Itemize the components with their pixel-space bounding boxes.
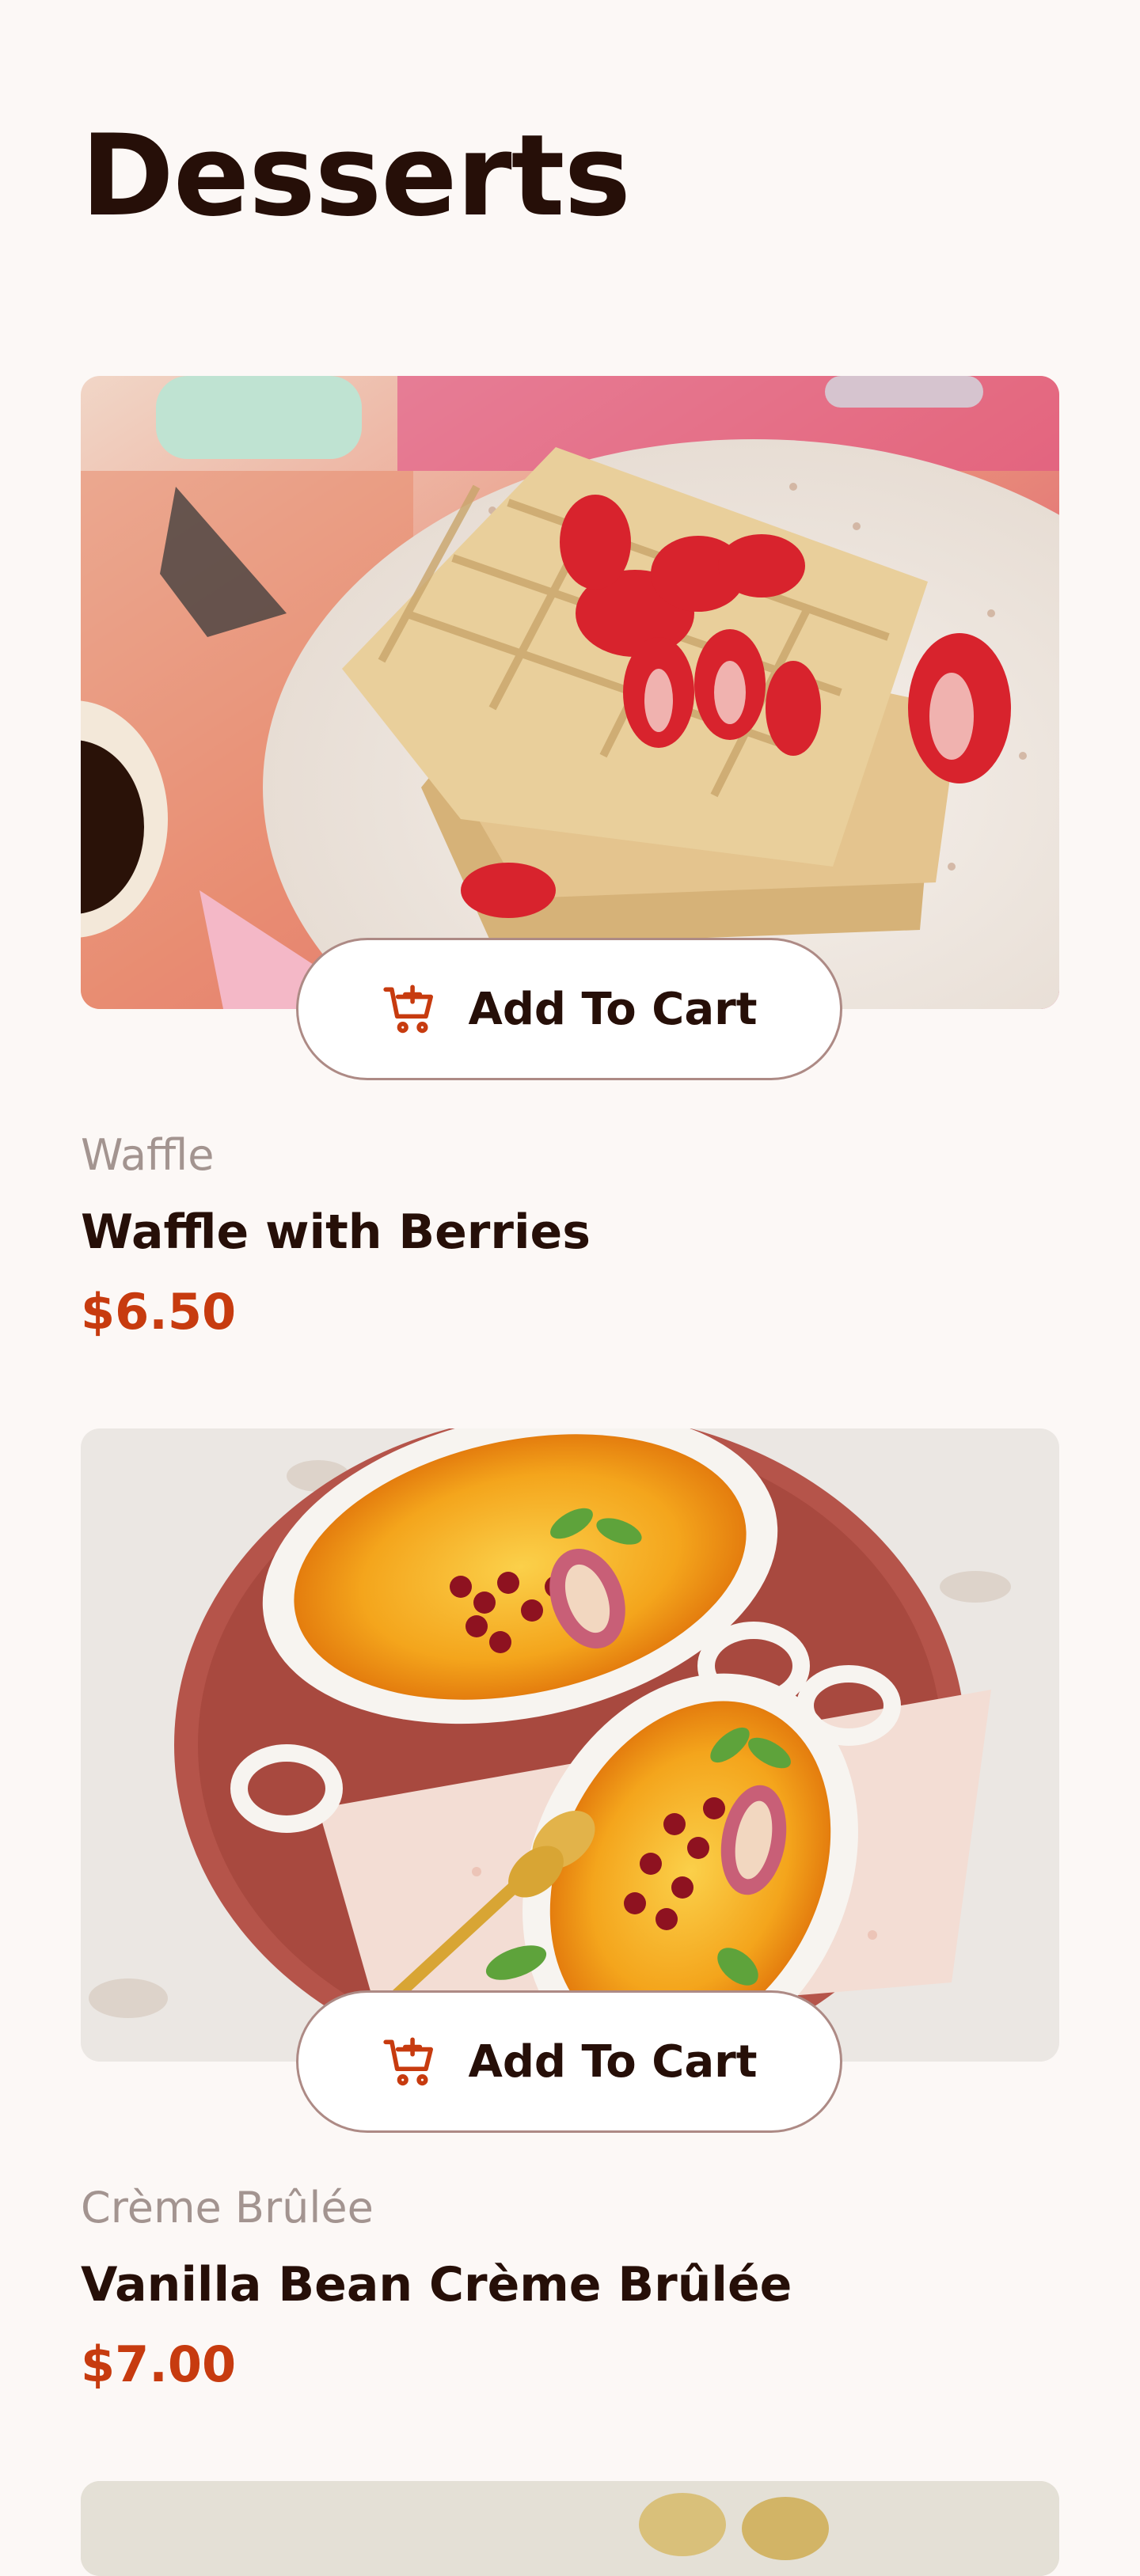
add-to-cart-label: Add To Cart: [468, 983, 758, 1035]
add-to-cart-icon: [381, 980, 439, 1038]
product-category: Waffle: [81, 1130, 215, 1180]
product-category: Crème Brûlée: [81, 2183, 374, 2233]
product-price: $6.50: [81, 1283, 237, 1341]
next-product-photo: [81, 2481, 1059, 2576]
product-image-waffle: [81, 376, 1059, 1009]
add-to-cart-label: Add To Cart: [468, 2035, 758, 2088]
add-to-cart-icon: [381, 2032, 439, 2091]
product-image-next: [81, 2481, 1059, 2576]
product-name: Vanilla Bean Crème Brûlée: [81, 2257, 792, 2312]
page-title: Desserts: [81, 111, 631, 241]
creme-brulee-photo: [81, 1428, 1059, 2062]
product-name: Waffle with Berries: [81, 1205, 591, 1260]
waffle-photo: [81, 376, 1059, 1009]
add-to-cart-button-waffle[interactable]: Add To Cart: [296, 938, 842, 1080]
product-image-creme-brulee: [81, 1428, 1059, 2062]
add-to-cart-button-creme-brulee[interactable]: Add To Cart: [296, 1990, 842, 2133]
product-price: $7.00: [81, 2335, 237, 2393]
